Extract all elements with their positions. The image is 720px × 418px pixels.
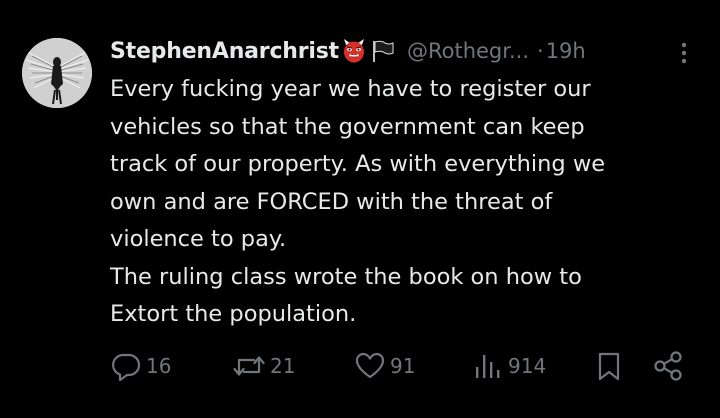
post[interactable]: StephenAnarchrist @Rothegr... · 19h Ever… bbox=[0, 0, 720, 418]
ogre-emoji-icon bbox=[341, 38, 367, 64]
author-handle[interactable]: @Rothegr... bbox=[407, 39, 529, 63]
reply-button[interactable]: 16 bbox=[110, 348, 171, 384]
more-vertical-icon[interactable] bbox=[676, 40, 692, 66]
post-text-line: track of our property. As with everythin… bbox=[110, 151, 606, 177]
like-count: 91 bbox=[390, 354, 416, 378]
share-button[interactable] bbox=[652, 348, 684, 384]
post-text-line: vehicles so that the government can keep bbox=[110, 113, 585, 140]
post-text-line: Every fucking year we have to register o… bbox=[110, 76, 591, 102]
views-button[interactable]: 914 bbox=[474, 348, 546, 384]
post-header: StephenAnarchrist @Rothegr... · 19h bbox=[110, 36, 586, 66]
action-bar: 16 21 91 914 bbox=[0, 348, 720, 384]
repost-icon bbox=[233, 356, 265, 376]
winged-figure-avatar-icon bbox=[22, 38, 92, 108]
views-bar-chart-icon bbox=[476, 355, 500, 378]
post-text-line: Extort the population. bbox=[110, 301, 357, 327]
post-text-line: The ruling class wrote the book on how t… bbox=[110, 263, 582, 290]
bookmark-icon bbox=[598, 352, 620, 381]
reply-bubble-icon bbox=[112, 353, 141, 382]
black-flag-emoji-icon bbox=[369, 38, 395, 64]
display-name[interactable]: StephenAnarchrist bbox=[110, 39, 339, 64]
views-count: 914 bbox=[508, 354, 547, 378]
post-text-line: own and are FORCED with the threat of bbox=[110, 188, 553, 215]
post-text-line: violence to pay. bbox=[110, 226, 287, 252]
separator-dot: · bbox=[537, 39, 544, 63]
like-button[interactable]: 91 bbox=[354, 348, 415, 384]
repost-count: 21 bbox=[270, 354, 296, 378]
bookmark-button[interactable] bbox=[595, 348, 623, 384]
share-icon bbox=[654, 351, 682, 381]
post-text: Every fucking year we have to register o… bbox=[110, 71, 700, 334]
repost-button[interactable]: 21 bbox=[232, 348, 295, 384]
avatar[interactable] bbox=[22, 38, 92, 108]
post-time[interactable]: 19h bbox=[546, 39, 586, 63]
heart-icon bbox=[355, 352, 385, 379]
reply-count: 16 bbox=[146, 354, 172, 378]
